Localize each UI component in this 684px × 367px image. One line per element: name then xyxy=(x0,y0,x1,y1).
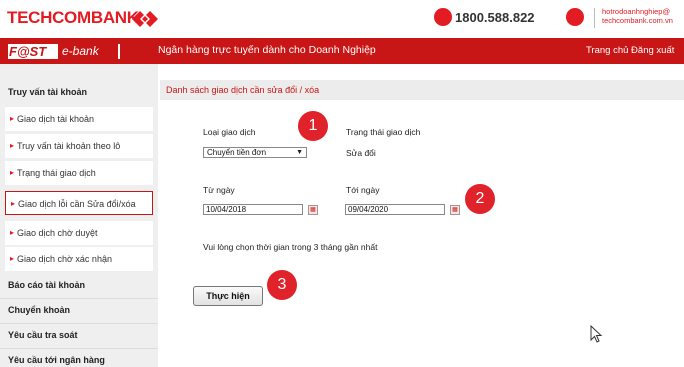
from-date-input[interactable]: 10/04/2018 xyxy=(203,204,303,215)
transaction-type-value: Chuyển tiền đơn xyxy=(207,148,267,157)
hotline-number[interactable]: 1800.588.822 xyxy=(455,10,535,25)
sidebar-item-batch-inquiry[interactable]: Truy vấn tài khoản theo lô xyxy=(5,134,153,158)
calendar-icon[interactable]: ▦ xyxy=(308,205,318,215)
step-marker-3: 3 xyxy=(267,270,297,300)
email-line-1: hotrodoanhnghiep@ xyxy=(602,7,671,16)
step-marker-1: 1 xyxy=(298,111,328,141)
top-bar: TECHCOMBANK 1800.588.822 hotrodoanhnghie… xyxy=(0,0,684,38)
banner-links[interactable]: Trang chủ Đăng xuất xyxy=(586,45,674,56)
from-date-label: Từ ngày xyxy=(203,185,235,195)
banner-title: Ngân hàng trực tuyến dành cho Doanh Nghi… xyxy=(158,44,376,56)
transaction-status-label: Trạng thái giao dịch xyxy=(346,127,421,137)
phone-icon xyxy=(434,8,452,26)
transaction-status-value: Sửa đổi xyxy=(346,148,376,158)
sidebar-item-account-transactions[interactable]: Giao dịch tài khoản xyxy=(5,107,153,131)
sidebar-section-inquiry-request[interactable]: Yêu cầu tra soát xyxy=(0,323,158,348)
fast-logo-text: F@ST xyxy=(9,44,47,59)
mail-icon xyxy=(566,8,584,26)
calendar-icon[interactable]: ▦ xyxy=(450,205,460,215)
sidebar-item-pending-confirm[interactable]: Giao dịch chờ xác nhận xyxy=(5,247,153,271)
mouse-cursor-icon xyxy=(590,325,603,343)
ebank-logo-text: e-bank xyxy=(58,44,118,59)
to-date-input[interactable]: 09/04/2020 xyxy=(345,204,445,215)
support-email[interactable]: hotrodoanhnghiep@ techcombank.com.vn xyxy=(602,7,673,25)
sidebar-section-inquiry[interactable]: Truy vấn tài khoản xyxy=(0,80,158,105)
chevron-down-icon: ▼ xyxy=(296,149,303,156)
to-date-label: Tới ngày xyxy=(346,185,380,195)
step-marker-2: 2 xyxy=(465,184,495,214)
sidebar-section-bank-request[interactable]: Yêu cầu tới ngân hàng xyxy=(0,348,158,367)
transaction-type-label: Loại giao dịch xyxy=(203,127,256,137)
submit-button[interactable]: Thực hiện xyxy=(193,286,263,306)
email-line-2: techcombank.com.vn xyxy=(602,16,673,25)
page-title: Danh sách giao dịch cần sửa đổi / xóa xyxy=(160,80,684,100)
sidebar-section-reports[interactable]: Báo cáo tài khoản xyxy=(0,273,158,298)
sidebar-item-transaction-status[interactable]: Trạng thái giao dịch xyxy=(5,161,153,185)
sidebar-item-pending-approval[interactable]: Giao dịch chờ duyệt xyxy=(5,221,153,245)
sidebar-item-error-edit-delete[interactable]: Giao dịch lỗi cần Sửa đổi/xóa xyxy=(5,191,153,216)
brand-logo-text: TECHCOMBANK xyxy=(7,8,139,27)
brand-logo-icon xyxy=(132,11,158,27)
transaction-type-select[interactable]: Chuyển tiền đơn ▼ xyxy=(203,147,307,158)
date-range-note: Vui lòng chọn thời gian trong 3 tháng gầ… xyxy=(203,242,378,252)
sidebar-section-transfer[interactable]: Chuyển khoản xyxy=(0,298,158,323)
header-separator xyxy=(594,8,595,28)
